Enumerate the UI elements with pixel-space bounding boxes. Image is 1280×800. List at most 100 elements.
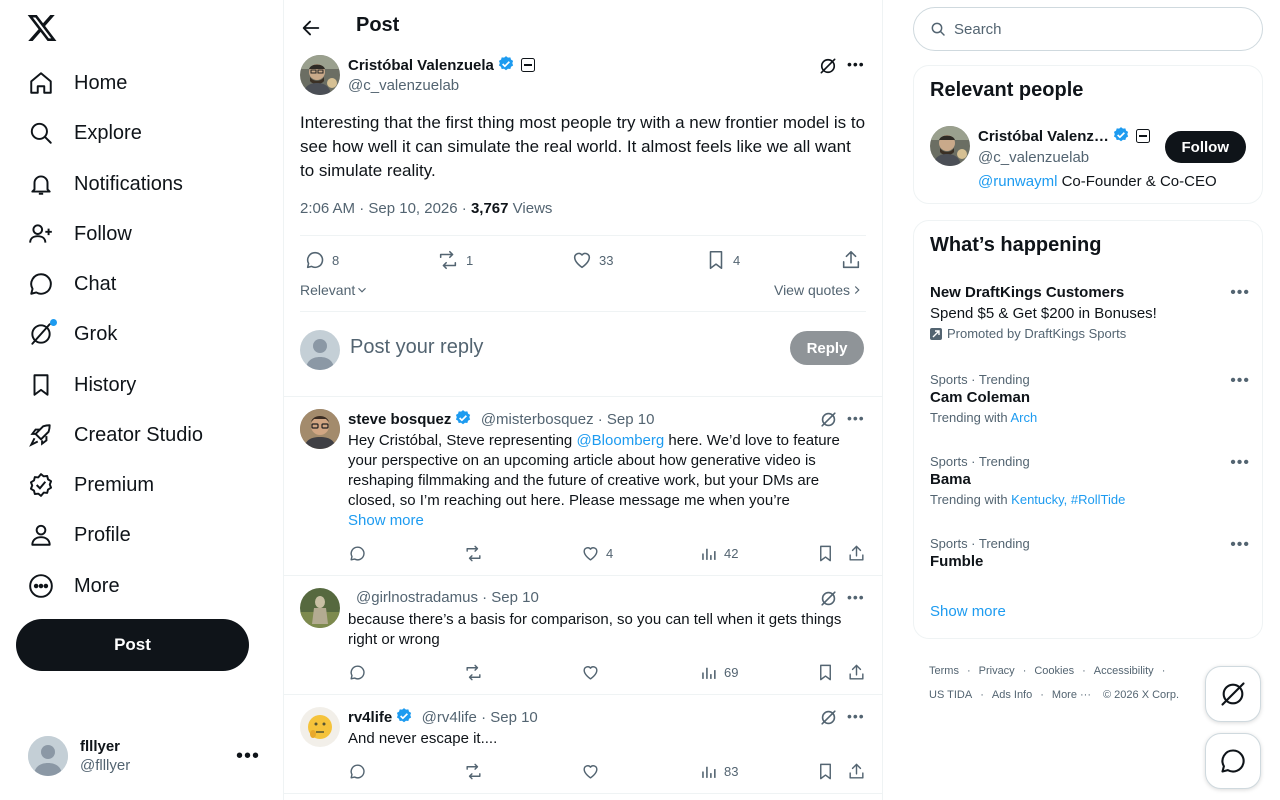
footer-link[interactable]: More ··· (1052, 689, 1091, 701)
nav-profile-label: Profile (74, 523, 131, 546)
show-more-link[interactable]: Show more (348, 511, 424, 531)
person-name[interactable]: Cristóbal Valenz… (978, 128, 1109, 145)
bookmark-icon (820, 763, 831, 780)
avatar[interactable] (930, 126, 970, 166)
footer-link[interactable]: Cookies (1034, 665, 1074, 677)
more-options-icon[interactable]: ••• (1230, 536, 1250, 554)
repost-action[interactable] (464, 663, 483, 682)
repost-action[interactable] (464, 762, 483, 781)
more-options-icon[interactable]: ••• (847, 708, 865, 724)
footer-link[interactable]: Ads Info (992, 689, 1032, 701)
reply-avatar[interactable] (300, 707, 340, 747)
nav-explore[interactable]: Explore (16, 110, 154, 156)
reply-action[interactable] (348, 544, 367, 563)
divider (284, 396, 883, 397)
nav-profile[interactable]: Profile (16, 512, 143, 558)
view-quotes-link[interactable]: View quotes (774, 282, 864, 298)
nav-premium[interactable]: Premium (16, 462, 166, 508)
share-action[interactable] (847, 544, 866, 563)
views-action[interactable]: 69 (699, 663, 738, 682)
like-action[interactable]: 33 (571, 249, 613, 271)
person-icon (28, 522, 54, 548)
views-count: 3,767 (470, 200, 509, 217)
more-options-icon[interactable]: ••• (236, 745, 260, 768)
reply-author[interactable]: rv4life (348, 709, 392, 726)
more-options-icon[interactable]: ••• (1230, 454, 1250, 472)
bookmark-icon (709, 250, 723, 270)
nav-chat[interactable]: Chat (16, 261, 128, 307)
nav-grok[interactable]: Grok (16, 311, 129, 357)
bio-link[interactable]: @runwayml (978, 173, 1057, 190)
reply-action[interactable] (348, 663, 367, 682)
messages-floating-button[interactable] (1205, 733, 1261, 789)
reply-button[interactable]: Reply (790, 331, 864, 365)
reply-avatar[interactable] (300, 409, 340, 449)
reply-action[interactable] (348, 762, 367, 781)
repost-action[interactable] (464, 544, 483, 563)
mention-link[interactable]: @Bloomberg (576, 432, 664, 449)
search-input[interactable]: Search (913, 7, 1263, 51)
footer-link[interactable]: US TIDA (929, 689, 972, 701)
bookmark-icon (820, 664, 831, 681)
grok-floating-button[interactable] (1205, 666, 1261, 722)
bookmark-action[interactable] (816, 663, 835, 682)
more-options-icon[interactable]: ••• (847, 56, 865, 72)
grok-icon[interactable] (819, 589, 838, 608)
author-avatar[interactable] (300, 55, 340, 95)
follow-button[interactable]: Follow (1164, 131, 1246, 163)
trend-item[interactable]: Sports · Trending Bama Trending with Ken… (930, 454, 1250, 507)
chat-bubble-icon (28, 271, 54, 297)
grok-icon[interactable] (819, 410, 838, 429)
nav-home[interactable]: Home (16, 60, 139, 106)
author-name[interactable]: Cristóbal Valenzuela (348, 57, 494, 74)
repost-action[interactable]: 1 (436, 249, 473, 271)
nav-more[interactable]: More (16, 563, 132, 609)
bookmark-action[interactable] (816, 762, 835, 781)
grok-icon[interactable] (819, 708, 838, 727)
footer-link[interactable]: Accessibility (1094, 665, 1154, 677)
like-action[interactable] (581, 762, 600, 781)
nav-follow[interactable]: Follow (16, 211, 144, 257)
bookmark-action[interactable] (816, 544, 835, 563)
reply-avatar[interactable] (300, 588, 340, 628)
trend-item[interactable]: Sports · Trending Fumble ••• (930, 536, 1250, 570)
trend-tags[interactable]: Kentucky, #RollTide (1011, 492, 1125, 507)
grok-icon (1221, 682, 1245, 706)
bookmark-action[interactable]: 4 (705, 249, 740, 271)
more-options-icon[interactable]: ••• (1230, 284, 1250, 302)
views-action[interactable]: 83 (699, 762, 738, 781)
footer-link[interactable]: Terms (929, 665, 959, 677)
post-button[interactable]: Post (16, 619, 249, 671)
nav-history[interactable]: History (16, 362, 148, 408)
account-switcher[interactable]: flllyer @flllyer ••• (16, 728, 272, 784)
share-action[interactable] (847, 663, 866, 682)
whats-happening-title: What’s happening (930, 234, 1102, 256)
back-arrow-icon[interactable] (300, 17, 322, 39)
x-logo-icon[interactable] (26, 12, 58, 44)
add-person-icon (28, 221, 54, 247)
grok-icon[interactable] (818, 56, 838, 76)
show-more-link[interactable]: Show more (930, 603, 1006, 620)
more-options-icon[interactable]: ••• (847, 410, 865, 426)
share-action[interactable] (847, 762, 866, 781)
sort-dropdown[interactable]: Relevant (300, 282, 369, 298)
reply-action[interactable]: 8 (304, 249, 339, 271)
reply-author[interactable]: steve bosquez (348, 411, 451, 428)
promoted-item[interactable]: New DraftKings Customers Spend $5 & Get … (930, 284, 1250, 341)
views-action[interactable]: 42 (699, 544, 738, 563)
footer-links: Terms · Privacy · Cookies · Accessibility · US … (929, 665, 1179, 701)
like-action[interactable]: 4 (581, 544, 613, 563)
nav-notifications[interactable]: Notifications (16, 161, 195, 207)
reply-input[interactable]: Post your reply (350, 336, 483, 359)
trend-item[interactable]: Sports · Trending Cam Coleman Trending w… (930, 372, 1250, 425)
post-timestamp[interactable]: 2:06 AM · Sep 10, 2026 · (300, 200, 471, 217)
share-action[interactable] (840, 249, 862, 271)
trend-tags[interactable]: Arch (1010, 410, 1037, 425)
more-options-icon[interactable]: ••• (847, 589, 865, 605)
nav-creator-studio[interactable]: Creator Studio (16, 412, 215, 458)
footer-link[interactable]: Privacy (979, 665, 1015, 677)
like-action[interactable] (581, 663, 600, 682)
more-options-icon[interactable]: ••• (1230, 372, 1250, 390)
view-quotes-label: View quotes (773, 282, 850, 298)
trend-title: Cam Coleman (930, 389, 1031, 406)
